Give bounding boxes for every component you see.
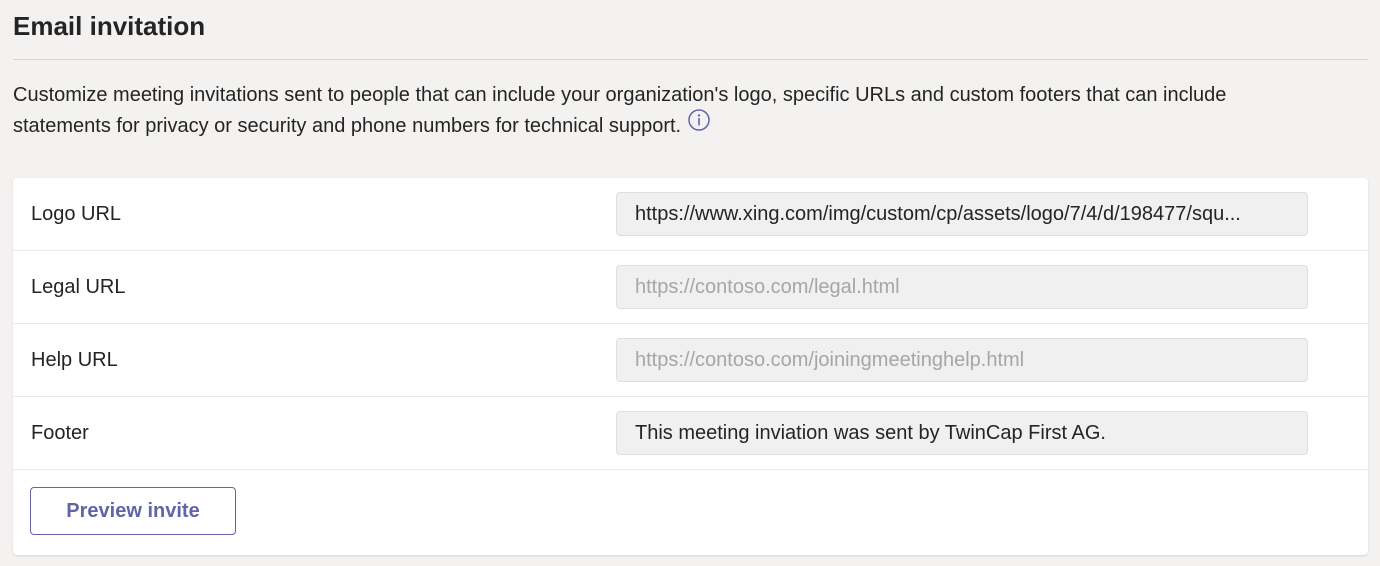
email-invitation-card: Logo URL Legal URL Help URL Footer Previ… — [13, 178, 1368, 555]
help-url-input[interactable] — [616, 338, 1308, 382]
preview-invite-button[interactable]: Preview invite — [30, 487, 236, 535]
description-text: Customize meeting invitations sent to pe… — [13, 84, 1227, 137]
info-icon[interactable] — [687, 108, 711, 142]
section-description: Customize meeting invitations sent to pe… — [13, 80, 1313, 142]
logo-url-row: Logo URL — [13, 178, 1368, 251]
logo-url-input[interactable] — [616, 192, 1308, 236]
section-title: Email invitation — [13, 11, 206, 41]
help-url-row: Help URL — [13, 324, 1368, 397]
help-url-label: Help URL — [31, 349, 118, 371]
footer-input[interactable] — [616, 411, 1308, 455]
divider — [13, 59, 1368, 60]
legal-url-label: Legal URL — [31, 276, 126, 298]
footer-row: Footer — [13, 397, 1368, 470]
legal-url-row: Legal URL — [13, 251, 1368, 324]
footer-label: Footer — [31, 422, 89, 444]
legal-url-input[interactable] — [616, 265, 1308, 309]
logo-url-label: Logo URL — [31, 203, 122, 225]
